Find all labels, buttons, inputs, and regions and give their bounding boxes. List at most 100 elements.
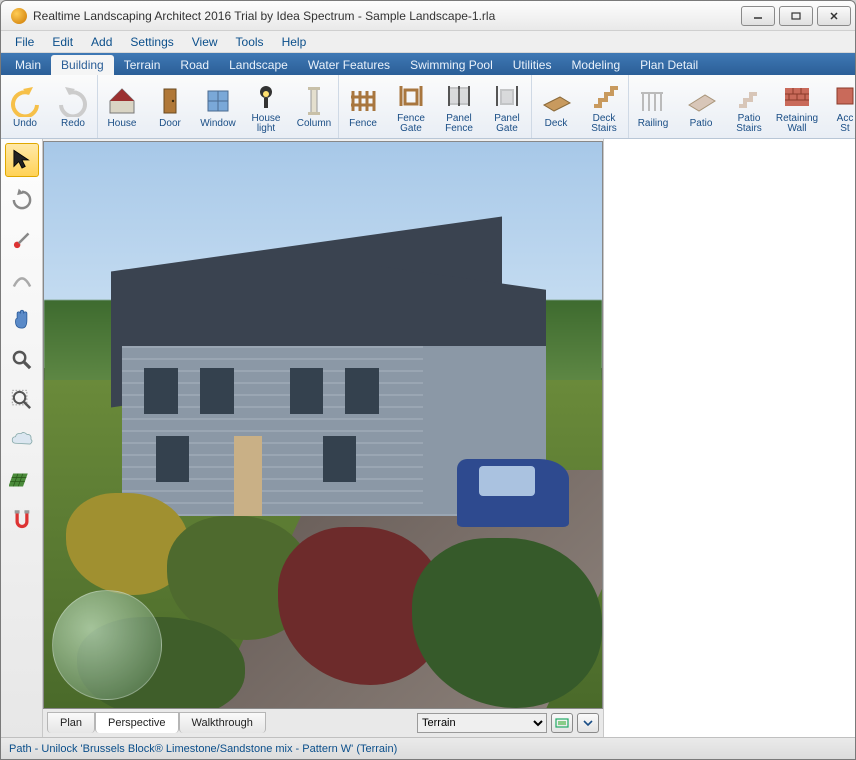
- car: [457, 459, 569, 527]
- ribbon-houselight-button[interactable]: House light: [242, 75, 290, 138]
- ribbon-label: Window: [200, 119, 236, 129]
- menu-edit[interactable]: Edit: [44, 33, 81, 51]
- house-window: [323, 436, 356, 481]
- ribbon-deckstairs-button[interactable]: Deck Stairs: [580, 75, 628, 138]
- workarea: Plan Perspective Walkthrough Terrain: [1, 139, 855, 737]
- ribbon-group: DeckDeck Stairs: [532, 75, 629, 138]
- ribbon-group: Railing Patio Patio StairsRetaining Wall Ac…: [629, 75, 855, 138]
- tab-modeling[interactable]: Modeling: [561, 55, 630, 75]
- tab-main[interactable]: Main: [5, 55, 51, 75]
- tab-terrain[interactable]: Terrain: [114, 55, 171, 75]
- ribbon-retwall-button[interactable]: Retaining Wall: [773, 75, 821, 138]
- statusbar: Path - Unilock 'Brussels Block® Limeston…: [1, 737, 855, 759]
- ribbon-undo-button[interactable]: Undo: [1, 75, 49, 138]
- titlebar: Realtime Landscaping Architect 2016 Tria…: [1, 1, 855, 31]
- house-window: [345, 368, 378, 413]
- cloud-tool[interactable]: [5, 423, 39, 457]
- redo-icon: [57, 85, 89, 117]
- ribbon-label: Panel Fence: [445, 114, 473, 134]
- zoom-selection-tool[interactable]: [5, 383, 39, 417]
- category-tabbar: Main Building Terrain Road Landscape Wat…: [1, 53, 855, 75]
- column-icon: [298, 85, 330, 117]
- viewport-column: Plan Perspective Walkthrough Terrain: [43, 139, 603, 737]
- panelgate-icon: [491, 80, 523, 112]
- tab-water-features[interactable]: Water Features: [298, 55, 400, 75]
- ribbon-redo-button[interactable]: Redo: [49, 75, 97, 138]
- status-text: Path - Unilock 'Brussels Block® Limeston…: [9, 743, 397, 755]
- select-tool[interactable]: [5, 143, 39, 177]
- menu-settings[interactable]: Settings: [122, 33, 181, 51]
- house-icon: [106, 85, 138, 117]
- deck-icon: [540, 85, 572, 117]
- view-tabs: Plan Perspective Walkthrough Terrain: [43, 709, 603, 737]
- viewport-3d[interactable]: [43, 141, 603, 709]
- zoom-tool[interactable]: [5, 343, 39, 377]
- layer-visibility-button[interactable]: [551, 713, 573, 733]
- layer-dropdown-button[interactable]: [577, 713, 599, 733]
- ribbon-label: Panel Gate: [494, 114, 520, 134]
- ribbon-label: Retaining Wall: [776, 114, 818, 134]
- window-icon: [202, 85, 234, 117]
- railing-icon: [637, 85, 669, 117]
- fencegate-icon: [395, 80, 427, 112]
- menu-help[interactable]: Help: [274, 33, 315, 51]
- ribbon-fencegate-button[interactable]: Fence Gate: [387, 75, 435, 138]
- menu-tools[interactable]: Tools: [228, 33, 272, 51]
- ribbon-house-button[interactable]: House: [98, 75, 146, 138]
- ribbon-group: House Door Window House lightColumn: [98, 75, 339, 138]
- app-window: Realtime Landscaping Architect 2016 Tria…: [0, 0, 856, 760]
- house-window: [144, 368, 177, 413]
- ribbon-group: FenceFence Gate Panel Fence Panel Gate: [339, 75, 532, 138]
- houselight-icon: [250, 80, 282, 112]
- tab-landscape[interactable]: Landscape: [219, 55, 298, 75]
- ribbon-label: Door: [159, 119, 181, 129]
- ribbon-group: Undo Redo: [1, 75, 98, 138]
- patiostairs-icon: [733, 80, 765, 112]
- view-tab-plan[interactable]: Plan: [47, 712, 95, 733]
- ribbon-patio-button[interactable]: Patio: [677, 75, 725, 138]
- navigation-compass[interactable]: [52, 590, 162, 700]
- menu-add[interactable]: Add: [83, 33, 120, 51]
- tab-swimming-pool[interactable]: Swimming Pool: [400, 55, 503, 75]
- ribbon-railing-button[interactable]: Railing: [629, 75, 677, 138]
- ribbon-accessory-button[interactable]: Acc St: [821, 75, 855, 138]
- view-tab-perspective[interactable]: Perspective: [95, 712, 178, 733]
- ribbon-deck-button[interactable]: Deck: [532, 75, 580, 138]
- window-title: Realtime Landscaping Architect 2016 Tria…: [33, 9, 741, 23]
- ribbon-door-button[interactable]: Door: [146, 75, 194, 138]
- ribbon-label: House: [108, 119, 137, 129]
- snap-tool[interactable]: [5, 503, 39, 537]
- ribbon-label: Patio: [690, 119, 713, 129]
- house-window: [290, 368, 323, 413]
- ribbon-panelgate-button[interactable]: Panel Gate: [483, 75, 531, 138]
- tab-plan-detail[interactable]: Plan Detail: [630, 55, 708, 75]
- retwall-icon: [781, 80, 813, 112]
- tab-utilities[interactable]: Utilities: [503, 55, 562, 75]
- close-button[interactable]: [817, 6, 851, 26]
- ribbon-window-button[interactable]: Window: [194, 75, 242, 138]
- menu-view[interactable]: View: [184, 33, 226, 51]
- curve-tool[interactable]: [5, 263, 39, 297]
- maximize-button[interactable]: [779, 6, 813, 26]
- ribbon-column-button[interactable]: Column: [290, 75, 338, 138]
- ribbon-label: Railing: [638, 119, 669, 129]
- view-tab-walkthrough[interactable]: Walkthrough: [179, 712, 266, 733]
- app-icon: [11, 8, 27, 24]
- ribbon: Undo Redo House Door Window House lightColumn…: [1, 75, 855, 139]
- grid-tool[interactable]: [5, 463, 39, 497]
- ribbon-label: Acc St: [837, 114, 854, 134]
- tab-road[interactable]: Road: [170, 55, 219, 75]
- adjust-tool[interactable]: [5, 223, 39, 257]
- ribbon-fence-button[interactable]: Fence: [339, 75, 387, 138]
- minimize-button[interactable]: [741, 6, 775, 26]
- menu-file[interactable]: File: [7, 33, 42, 51]
- layer-selector-group: Terrain: [417, 713, 599, 733]
- tab-building[interactable]: Building: [51, 55, 114, 75]
- rotate-tool[interactable]: [5, 183, 39, 217]
- layer-select[interactable]: Terrain: [417, 713, 547, 733]
- ribbon-label: Undo: [13, 119, 37, 129]
- pan-tool[interactable]: [5, 303, 39, 337]
- ribbon-panelfence-button[interactable]: Panel Fence: [435, 75, 483, 138]
- accessory-icon: [829, 80, 855, 112]
- ribbon-patiostairs-button[interactable]: Patio Stairs: [725, 75, 773, 138]
